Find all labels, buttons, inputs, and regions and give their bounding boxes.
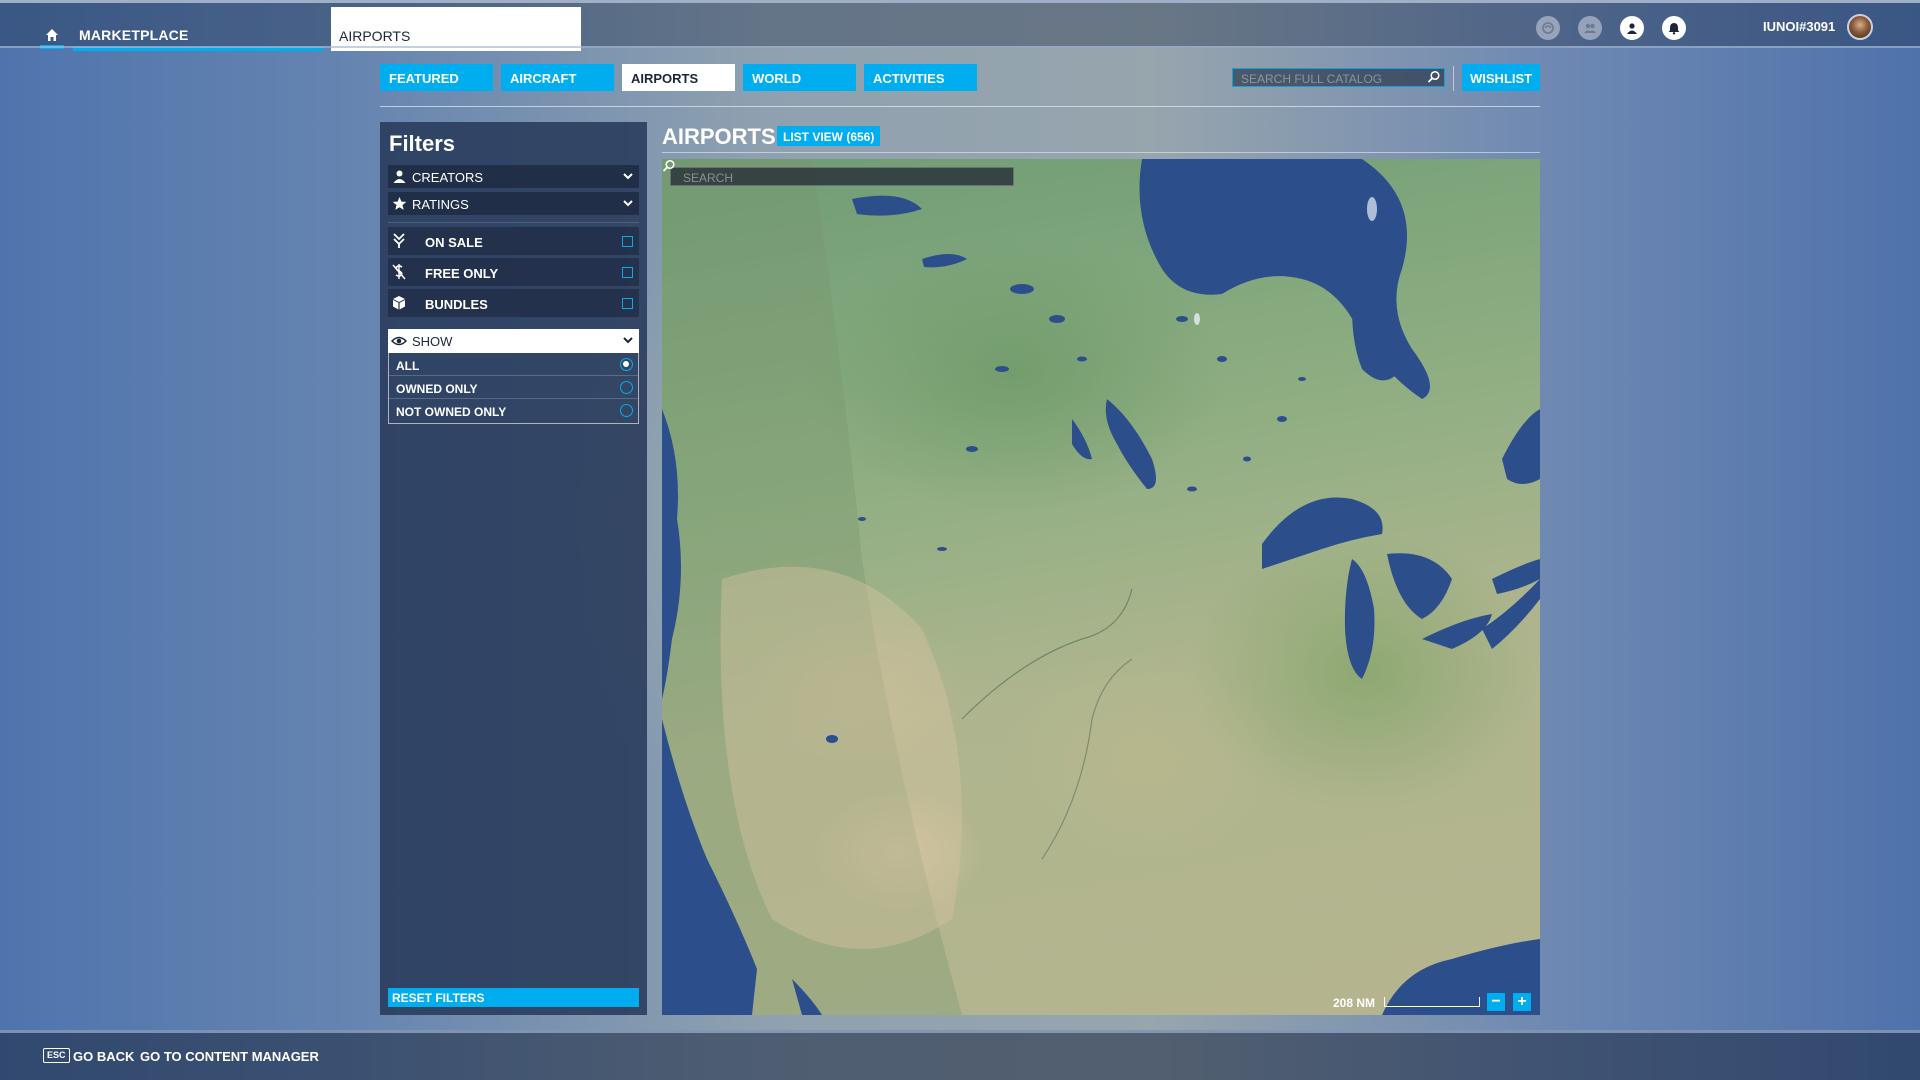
header-divider <box>380 106 1540 107</box>
radio-button[interactable] <box>620 381 633 394</box>
search-icon[interactable] <box>1427 70 1441 84</box>
map-scale-label: 208 NM <box>1333 996 1376 1010</box>
title-divider <box>662 152 1540 153</box>
airports-page-tab[interactable]: AIRPORTS <box>331 7 581 51</box>
filters-panel: Filters CREATORS RATINGS ON SALE FREE ON… <box>380 122 647 1015</box>
ratings-dropdown-label: RATINGS <box>412 197 469 212</box>
on-sale-checkbox[interactable] <box>622 236 633 247</box>
username[interactable]: IUNOI#3091 <box>1763 19 1835 34</box>
search-icon[interactable] <box>662 159 676 173</box>
bundles-checkbox[interactable] <box>622 298 633 309</box>
free-only-filter[interactable]: FREE ONLY <box>388 258 639 286</box>
bundles-label: BUNDLES <box>425 297 488 312</box>
zoom-in-button[interactable]: + <box>1513 993 1531 1011</box>
map-terrain <box>662 159 1540 1015</box>
profile-button[interactable] <box>1620 16 1644 40</box>
filter-divider <box>388 222 639 223</box>
bottom-bar: ESC GO BACK GO TO CONTENT MANAGER <box>0 1030 1920 1080</box>
tab-world[interactable]: WORLD <box>743 64 856 91</box>
tab-aircraft[interactable]: AIRCRAFT <box>501 64 614 91</box>
free-only-label: FREE ONLY <box>425 266 499 281</box>
star-icon <box>392 197 407 210</box>
show-dropdown[interactable]: SHOW <box>388 329 639 353</box>
filters-title: Filters <box>389 131 456 156</box>
free-only-checkbox[interactable] <box>622 267 633 278</box>
lake-erie <box>1422 614 1492 649</box>
on-sale-filter[interactable]: ON SALE <box>388 227 639 255</box>
show-option-label: ALL <box>396 359 420 373</box>
on-sale-label: ON SALE <box>425 235 483 250</box>
show-option-not-owned-only[interactable]: NOT OWNED ONLY <box>389 399 638 422</box>
notifications-button[interactable] <box>1662 16 1686 40</box>
list-view-button[interactable]: LIST VIEW (656) <box>777 126 881 146</box>
top-bar: MARKETPLACE AIRPORTS IUNOI#3091 <box>0 0 1920 51</box>
map-scale-bar <box>1384 997 1480 1007</box>
chevron-down-icon <box>623 337 633 344</box>
person-icon <box>393 170 406 183</box>
notifications-icon <box>1668 23 1680 35</box>
category-nav: FEATURED AIRCRAFT AIRPORTS WORLD ACTIVIT… <box>380 64 977 91</box>
tab-airports[interactable]: AIRPORTS <box>622 64 735 91</box>
nav-divider <box>1453 66 1454 91</box>
airports-page-tab-label: AIRPORTS <box>339 28 411 44</box>
content-manager-button[interactable]: GO TO CONTENT MANAGER <box>140 1049 319 1064</box>
show-option-all[interactable]: ALL <box>389 353 638 376</box>
go-back-button[interactable]: GO BACK <box>73 1049 134 1064</box>
profile-icon <box>1627 23 1637 34</box>
eye-icon <box>391 336 407 346</box>
world-map[interactable]: SEARCH 208 NM − + <box>662 159 1540 1015</box>
esc-key-icon: ESC <box>43 1048 70 1063</box>
minus-icon: − <box>1491 993 1501 1010</box>
sale-icon <box>393 233 405 248</box>
reset-filters-button[interactable]: RESET FILTERS <box>388 988 639 1007</box>
plus-icon: + <box>1517 993 1527 1010</box>
zoom-out-button[interactable]: − <box>1487 993 1505 1011</box>
show-dropdown-label: SHOW <box>412 334 453 349</box>
marketplace-tab[interactable]: MARKETPLACE <box>73 19 323 51</box>
lake-winnipeg <box>1105 399 1156 489</box>
avatar[interactable] <box>1847 14 1873 40</box>
marketplace-tab-label: MARKETPLACE <box>79 27 189 43</box>
chevron-down-icon <box>623 200 633 207</box>
tab-featured[interactable]: FEATURED <box>380 64 493 91</box>
page-title: AIRPORTS <box>662 124 776 149</box>
lake-michigan <box>1344 559 1375 679</box>
events-icon <box>1542 22 1554 34</box>
home-icon <box>46 29 58 41</box>
bundles-filter[interactable]: BUNDLES <box>388 289 639 317</box>
lake-superior <box>1262 497 1383 569</box>
show-option-owned-only[interactable]: OWNED ONLY <box>389 376 638 399</box>
creators-dropdown[interactable]: CREATORS <box>388 165 639 188</box>
radio-button[interactable] <box>620 404 633 417</box>
show-option-label: OWNED ONLY <box>396 382 478 396</box>
radio-button[interactable] <box>620 358 633 371</box>
chevron-down-icon <box>623 173 633 180</box>
free-icon <box>392 264 406 280</box>
catalog-search-input[interactable]: SEARCH FULL CATALOG <box>1232 68 1445 87</box>
lake-huron <box>1387 553 1452 619</box>
tab-activities[interactable]: ACTIVITIES <box>864 64 977 91</box>
map-search-input[interactable]: SEARCH <box>670 167 1014 186</box>
friends-icon <box>1584 23 1596 33</box>
home-button[interactable] <box>40 23 64 49</box>
creators-dropdown-label: CREATORS <box>412 170 484 185</box>
show-option-label: NOT OWNED ONLY <box>396 405 507 419</box>
bundle-icon <box>393 296 405 310</box>
wishlist-button[interactable]: WISHLIST <box>1462 64 1540 91</box>
ratings-dropdown[interactable]: RATINGS <box>388 192 639 215</box>
events-button[interactable] <box>1536 16 1560 40</box>
friends-button[interactable] <box>1578 16 1602 40</box>
show-options: ALL OWNED ONLY NOT OWNED ONLY <box>388 353 639 424</box>
